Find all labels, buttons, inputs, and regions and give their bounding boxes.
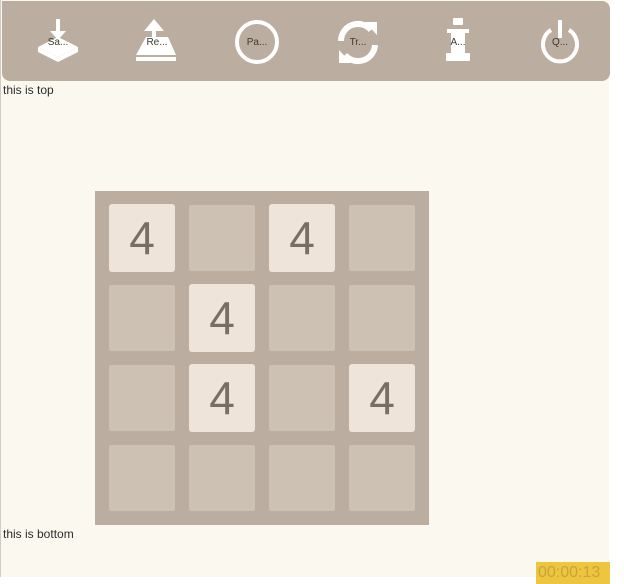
bottom-marker-text: this is bottom <box>3 527 74 541</box>
top-marker-text: this is top <box>3 83 54 97</box>
restore-label: Re... <box>146 37 168 48</box>
try-again-label: Tr... <box>349 37 367 48</box>
board-cell <box>269 445 335 511</box>
board-cell <box>269 285 335 351</box>
game-board[interactable]: 44444 <box>95 191 429 525</box>
board-cell <box>109 445 175 511</box>
about-label: A... <box>450 37 466 48</box>
pause-label: Pa... <box>246 37 268 48</box>
board-cell <box>349 205 415 271</box>
board-cell <box>189 205 255 271</box>
tile: 4 <box>349 364 415 432</box>
tile: 4 <box>189 364 255 432</box>
tile: 4 <box>109 204 175 272</box>
about-button[interactable]: A... <box>433 15 483 65</box>
try-again-button[interactable]: Tr... <box>333 15 383 65</box>
pause-button[interactable]: Pa... <box>232 15 282 65</box>
board-cell <box>189 445 255 511</box>
tile: 4 <box>269 204 335 272</box>
board-cell <box>349 285 415 351</box>
quit-label: Q... <box>551 37 569 48</box>
board-cell <box>109 285 175 351</box>
game-timer: 00:00:13 <box>536 562 610 584</box>
tile: 4 <box>189 284 255 352</box>
board-cell <box>349 445 415 511</box>
board-cell <box>269 365 335 431</box>
game-window: Sa... Re... Pa... Tr... A... Q... this i… <box>0 0 610 584</box>
toolbar: Sa... Re... Pa... Tr... A... Q... <box>2 1 610 81</box>
save-label: Sa... <box>47 37 69 48</box>
quit-button[interactable]: Q... <box>535 15 585 65</box>
save-button[interactable]: Sa... <box>33 15 83 65</box>
board-cell <box>109 365 175 431</box>
restore-button[interactable]: Re... <box>132 15 182 65</box>
